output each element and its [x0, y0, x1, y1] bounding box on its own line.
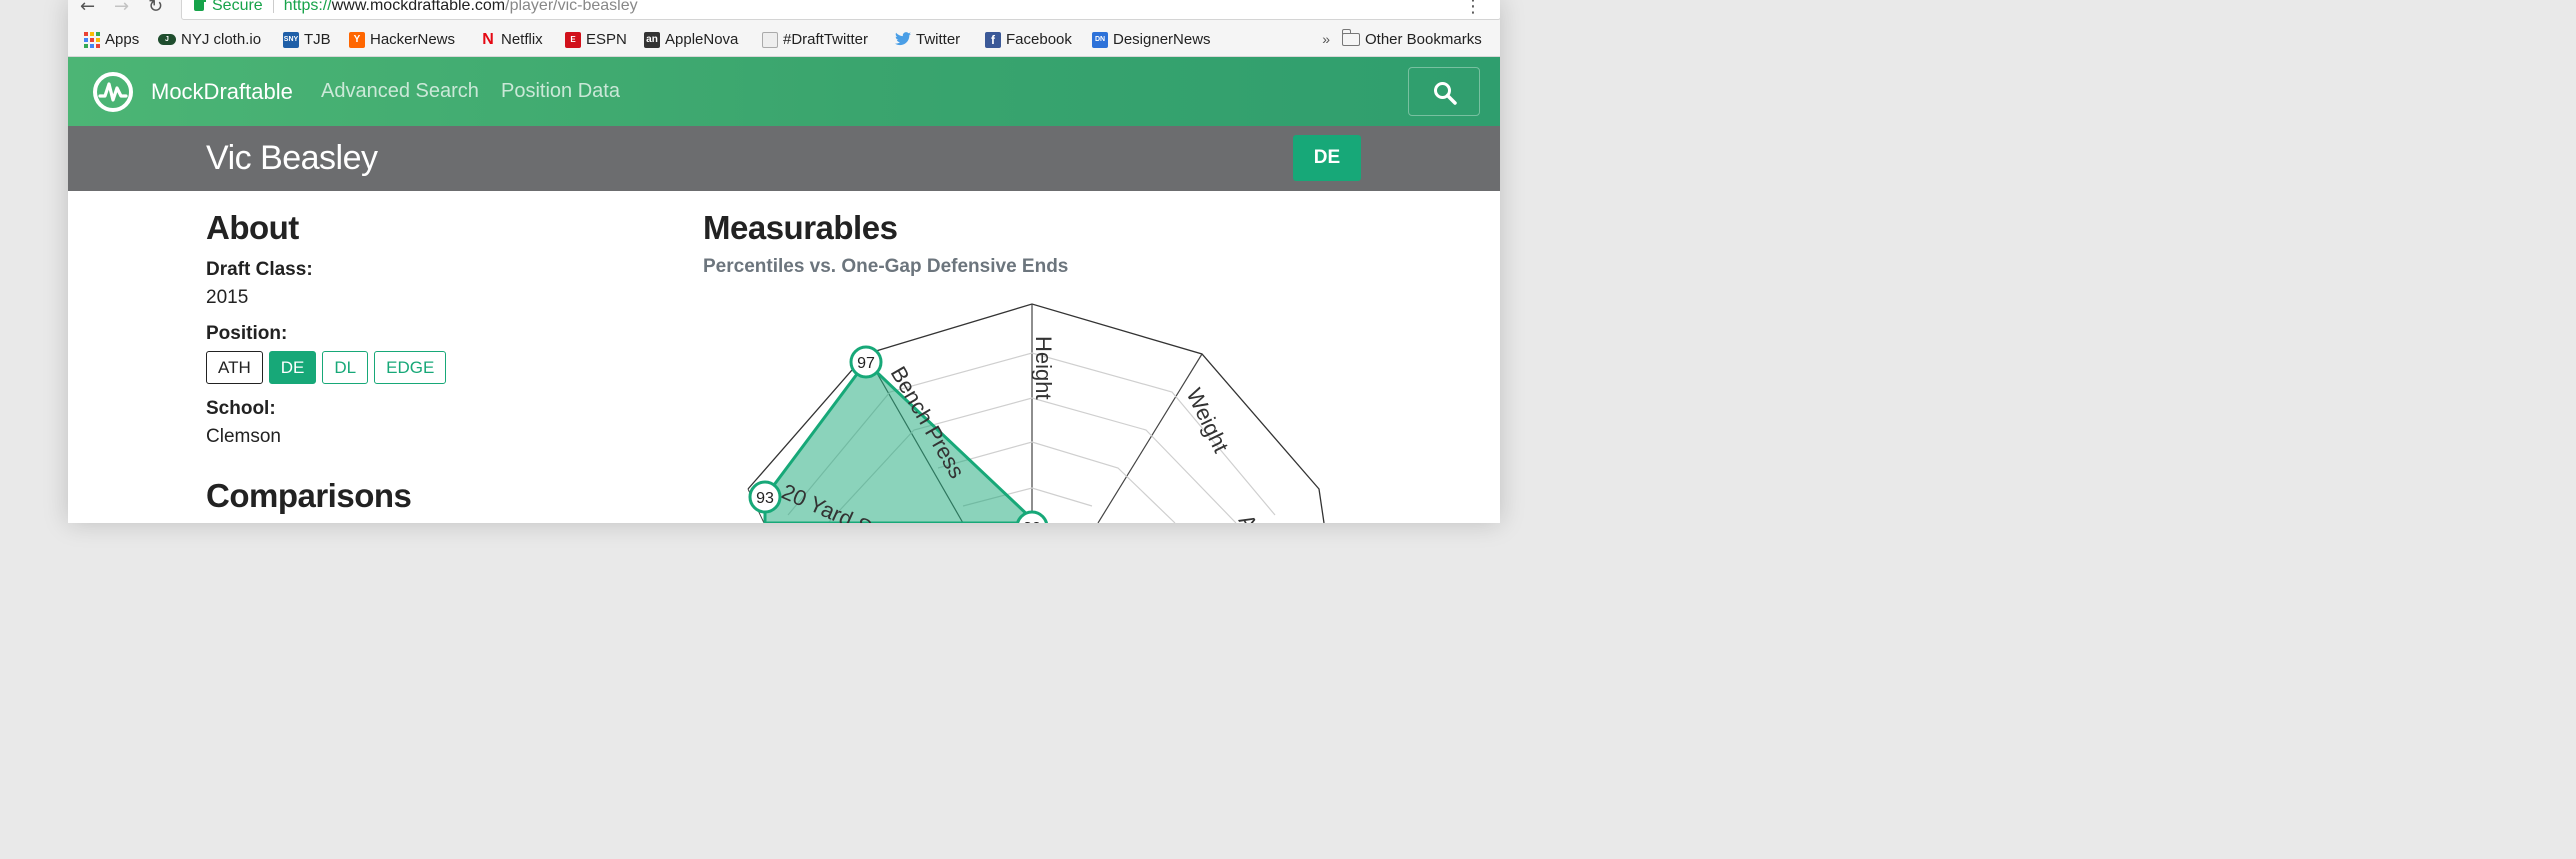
data-point-20-yard-split[interactable]: 93: [748, 480, 782, 514]
axis-label-height: Height: [1031, 336, 1056, 400]
radar-spoke-weight: [1097, 353, 1203, 523]
data-point-label: 93: [756, 490, 774, 507]
axis-label-weight: Weight: [1182, 384, 1234, 456]
browser-window: ← → ↻ Secure https://www.mockdraftable.co…: [68, 0, 1500, 523]
data-point-bench-press[interactable]: 97: [849, 345, 883, 379]
data-point-label: 30: [1023, 520, 1041, 523]
measurables-radar-chart: Height Weight Arm Length Bench Press 20 …: [747, 303, 1325, 523]
data-point-label: 97: [857, 355, 875, 372]
